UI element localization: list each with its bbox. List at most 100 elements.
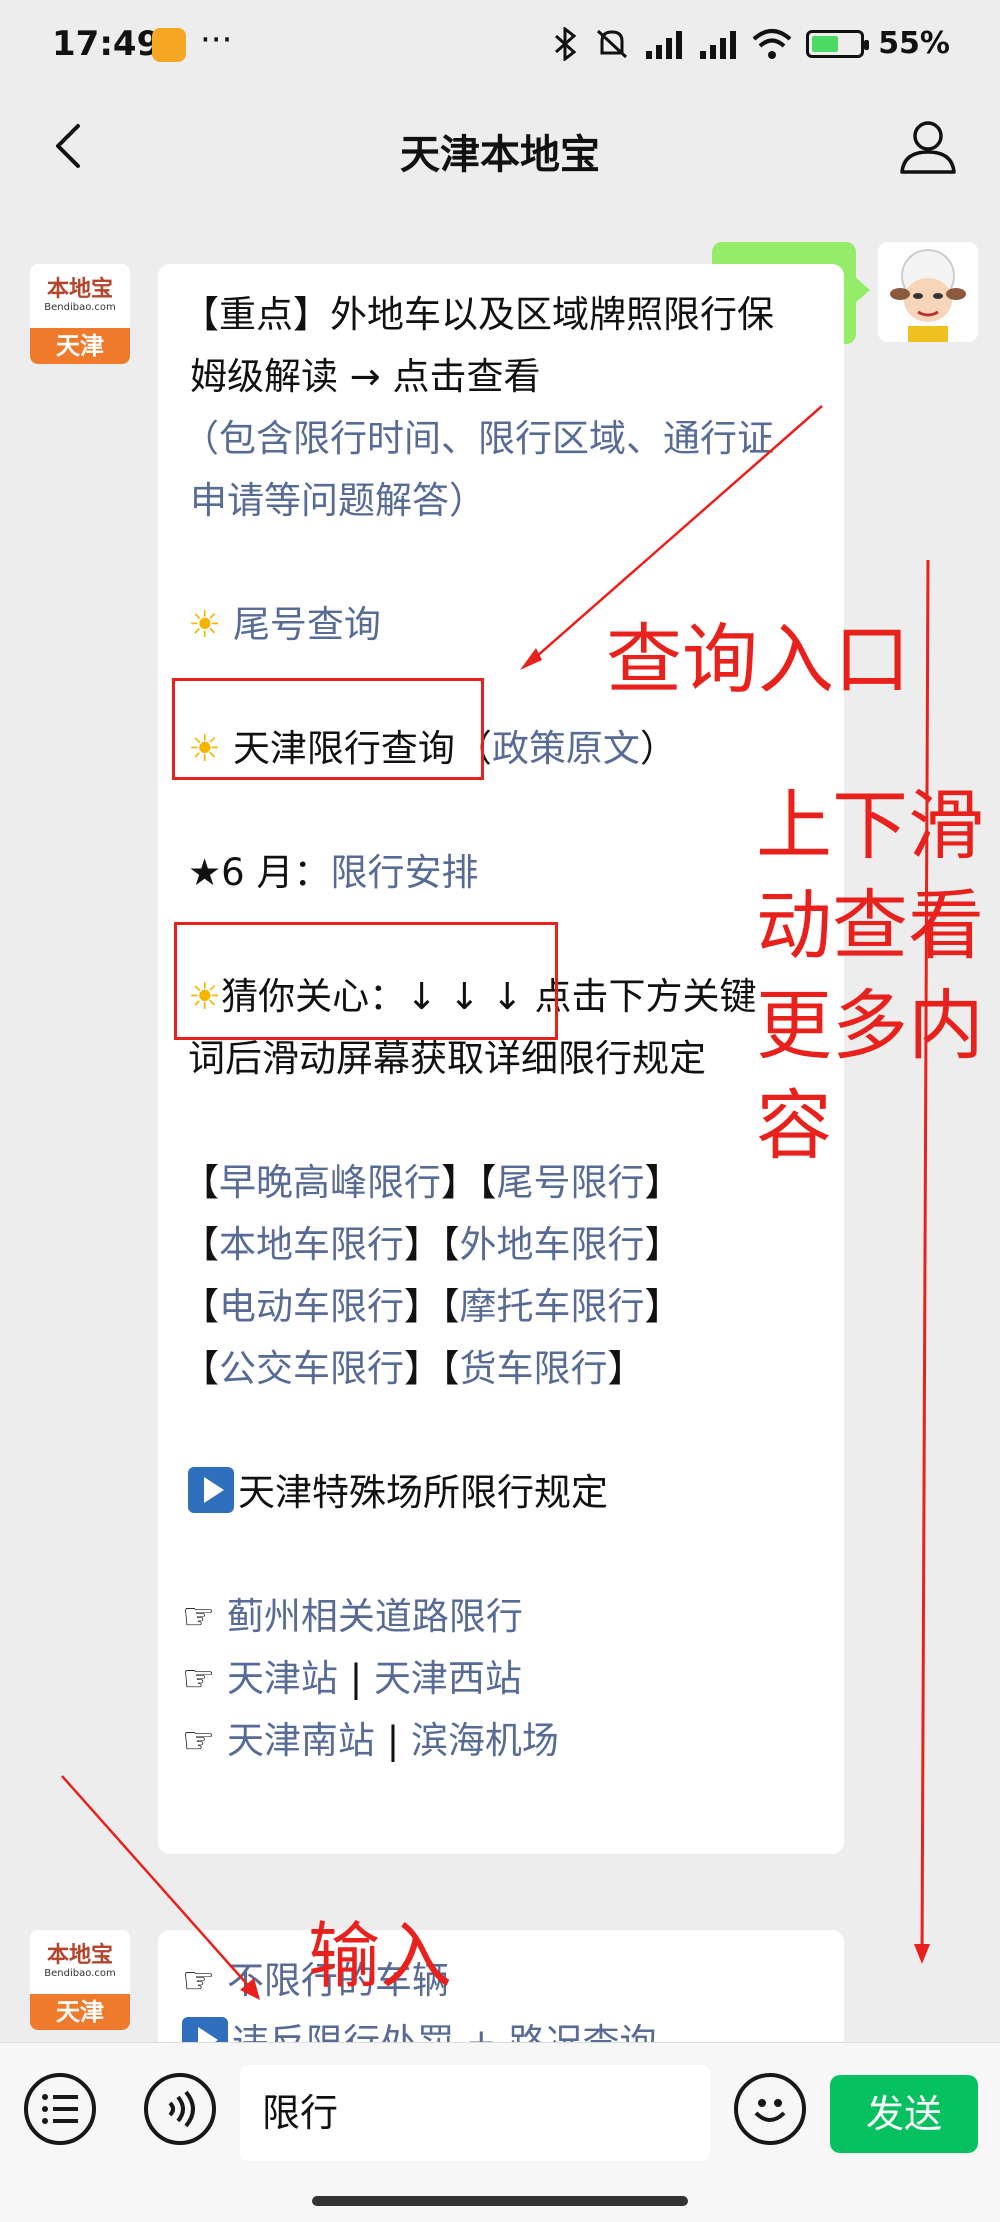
keyword-nonlocal-car[interactable]: 外地车限行	[460, 1223, 645, 1266]
bracket: 【	[182, 1347, 219, 1390]
annotation-scroll-3: 更多内	[756, 981, 984, 1070]
bracket: 】【	[404, 1223, 460, 1266]
nav-bar: 天津本地宝	[0, 92, 1000, 204]
page-title: 天津本地宝	[400, 132, 600, 178]
avatar-city: 天津	[30, 1994, 130, 2030]
bracket: 】	[644, 1161, 682, 1204]
status-bar: 17:49 ··· 55%	[0, 0, 1000, 92]
emoji-icon	[754, 2099, 786, 2122]
bot-message-bubble: 【重点】外地车以及区域牌照限行保 姆级解读 → 点击查看 （包含限行时间、限行区…	[158, 264, 844, 1854]
sheep-avatar-icon	[878, 242, 978, 342]
headline-line-1[interactable]: 【重点】外地车以及区域牌照限行保	[182, 284, 820, 346]
menu-list-button[interactable]	[24, 2073, 96, 2145]
profile-icon[interactable]	[896, 114, 960, 178]
june-schedule-link[interactable]: 限行安排	[330, 851, 478, 894]
place-row-4: ☞ 不限行的车辆	[182, 1950, 820, 2012]
tianjin-west-station-link[interactable]: 天津西站	[374, 1657, 522, 1700]
pointing-hand-icon: ☞	[182, 1595, 227, 1638]
list-icon	[42, 2094, 78, 2124]
voice-button[interactable]	[144, 2073, 216, 2145]
special-places-text: 天津特殊场所限行规定	[238, 1471, 608, 1514]
keyword-row-1: 【早晚高峰限行】【尾号限行】	[182, 1152, 820, 1214]
wifi-icon	[752, 28, 792, 59]
play-icon	[182, 2017, 228, 2042]
annotation-query-entry: 查询入口	[606, 615, 910, 704]
penalty-link[interactable]: 违反限行处罚 + 路况查询	[232, 2021, 657, 2042]
signal-icon-1	[646, 30, 683, 59]
bracket: 】【	[404, 1347, 460, 1390]
annotation-scroll-4: 容	[756, 1081, 832, 1170]
bracket: 【	[182, 1285, 219, 1328]
tianjin-south-station-link[interactable]: 天津南站	[227, 1719, 375, 1762]
tail-number-query-label[interactable]: 尾号查询	[233, 603, 381, 646]
keyword-local-car[interactable]: 本地车限行	[219, 1223, 404, 1266]
avatar-sub: Bendibao.com	[44, 302, 116, 313]
battery-level: 55%	[878, 26, 950, 61]
keyword-motorcycle[interactable]: 摩托车限行	[460, 1285, 645, 1328]
special-places-line: 天津特殊场所限行规定	[182, 1462, 820, 1524]
bot-message-bubble-2: ☞ 不限行的车辆 违反限行处罚 + 路况查询	[158, 1930, 844, 2042]
highlight-box-june	[174, 922, 558, 1040]
bracket: 】【	[404, 1285, 460, 1328]
emoji-button[interactable]	[734, 2073, 806, 2145]
headline-note-1[interactable]: （包含限行时间、限行区域、通行证	[182, 408, 820, 470]
tianjin-query-close: ）	[639, 727, 677, 770]
bluetooth-icon	[555, 26, 577, 61]
chat-area[interactable]: 限行 本地宝Bendibao.com 天津 【重点】外地车以及区域牌照限行保 姆…	[0, 204, 1000, 2042]
input-bar: 限行 发送	[0, 2042, 1000, 2222]
bot-avatar[interactable]: 本地宝 Bendibao.com 天津	[30, 1930, 130, 2030]
status-time: 17:49	[52, 24, 161, 64]
bot-avatar[interactable]: 本地宝 Bendibao.com 天津	[30, 264, 130, 364]
pointing-hand-icon: ☞	[182, 1719, 227, 1762]
bracket: 】【	[441, 1161, 497, 1204]
annotation-input: 输入	[308, 1914, 453, 1998]
keyword-bus[interactable]: 公交车限行	[219, 1347, 404, 1390]
headline-line-2[interactable]: 姆级解读 → 点击查看	[182, 346, 820, 408]
bracket: 【	[182, 1223, 219, 1266]
avatar-logo: 本地宝	[46, 1943, 113, 1968]
policy-link[interactable]: 政策原文	[492, 727, 640, 770]
headline-note-2[interactable]: 申请等问题解答）	[182, 470, 820, 532]
keyword-row-4: 【公交车限行】【货车限行】	[182, 1338, 820, 1400]
tianjin-station-link[interactable]: 天津站	[227, 1657, 338, 1700]
annotation-scroll-2: 动查看	[756, 881, 984, 970]
separator: |	[337, 1657, 374, 1700]
avatar-logo: 本地宝	[46, 277, 113, 302]
voice-icon	[168, 2090, 195, 2128]
pointing-hand-icon: ☞	[182, 1657, 227, 1700]
bracket: 【	[182, 1161, 219, 1204]
bracket: 】	[644, 1223, 682, 1266]
bracket: 】	[607, 1347, 645, 1390]
keyword-ebike[interactable]: 电动车限行	[219, 1285, 404, 1328]
annotation-scroll-1: 上下滑	[756, 781, 984, 870]
jizhou-roads-link[interactable]: 蓟州相关道路限行	[227, 1595, 523, 1638]
keyword-peak-hours[interactable]: 早晚高峰限行	[219, 1161, 441, 1204]
place-row-1: ☞ 蓟州相关道路限行	[182, 1586, 820, 1648]
sun-icon: ☀	[188, 603, 222, 646]
penalty-line: 违反限行处罚 + 路况查询	[182, 2012, 820, 2042]
place-row-2: ☞ 天津站 | 天津西站	[182, 1648, 820, 1710]
separator: |	[374, 1719, 411, 1762]
play-icon	[188, 1467, 234, 1513]
pointing-hand-icon: ☞	[182, 1959, 227, 2002]
highlight-box-tail-query	[172, 678, 484, 780]
avatar-sub: Bendibao.com	[44, 1968, 116, 1979]
keyword-tail-number[interactable]: 尾号限行	[497, 1161, 645, 1204]
avatar-city: 天津	[30, 328, 130, 364]
status-icons: 55%	[552, 26, 950, 61]
battery-icon	[806, 29, 870, 58]
mute-icon	[597, 29, 628, 58]
june-line: ★6 月：限行安排	[182, 842, 820, 904]
binhai-airport-link[interactable]: 滨海机场	[411, 1719, 559, 1762]
message-input[interactable]: 限行	[240, 2065, 710, 2161]
notification-app-icon	[152, 28, 186, 62]
place-row-3: ☞ 天津南站 | 滨海机场	[182, 1710, 820, 1772]
signal-icon-2	[700, 30, 737, 59]
keyword-row-2: 【本地车限行】【外地车限行】	[182, 1214, 820, 1276]
user-avatar[interactable]	[878, 242, 978, 342]
bracket: 】	[644, 1285, 682, 1328]
keyword-truck[interactable]: 货车限行	[460, 1347, 608, 1390]
send-button[interactable]: 发送	[830, 2075, 978, 2153]
june-prefix: ★6 月：	[188, 851, 331, 894]
home-indicator[interactable]	[312, 2196, 688, 2206]
